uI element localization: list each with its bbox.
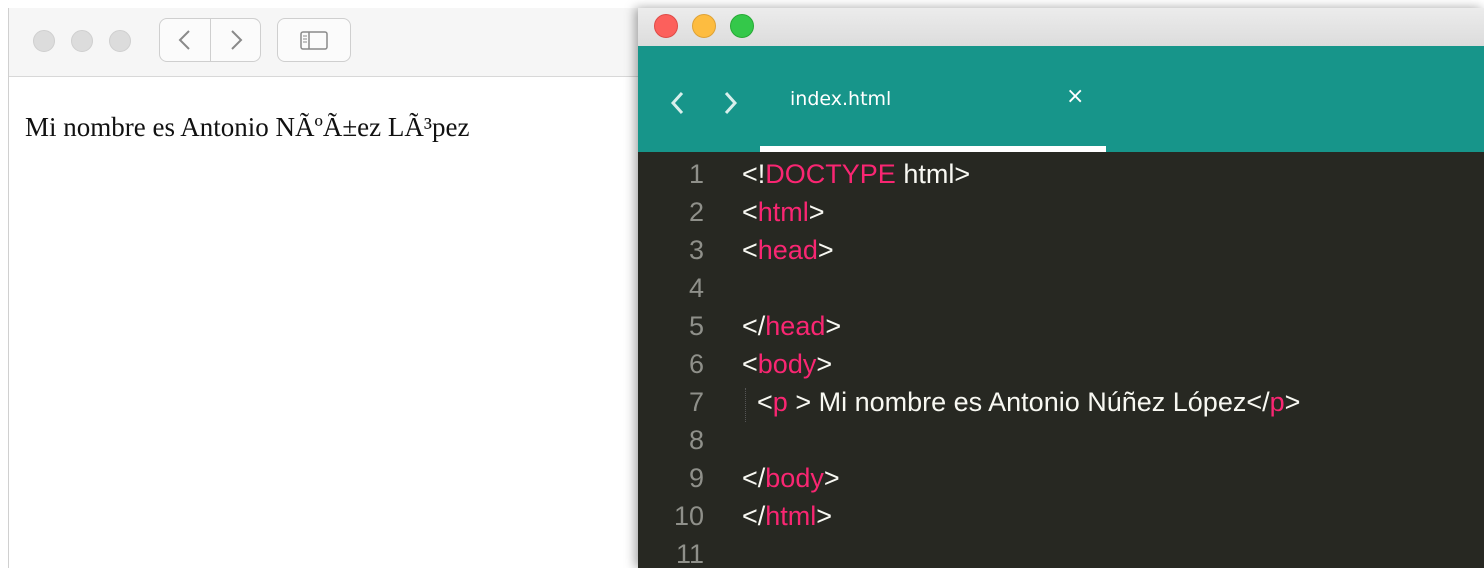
- sidebar-toggle-button[interactable]: [277, 18, 351, 62]
- code-token: <!: [742, 159, 766, 189]
- code-line[interactable]: 3 <head>: [638, 231, 1484, 269]
- code-token: </: [742, 311, 766, 341]
- next-tab-button[interactable]: [718, 88, 742, 118]
- rendered-paragraph: Mi nombre es Antonio NÃºÃ±ez LÃ³pez: [25, 112, 470, 142]
- code-token: >: [823, 463, 840, 493]
- code-token: <: [742, 387, 773, 417]
- line-number: 9: [688, 463, 704, 493]
- line-number: 8: [688, 425, 704, 455]
- sidebar-icon: [300, 31, 328, 50]
- close-dot-icon[interactable]: [654, 14, 678, 38]
- code-editor[interactable]: 1 <!DOCTYPE html> 2 <html> 3 <head> 4 5 </head> 6…: [638, 152, 1484, 568]
- tag-name-token: head: [765, 311, 826, 341]
- tab-label: index.html: [790, 88, 892, 110]
- browser-toolbar: [9, 8, 709, 77]
- line-number: 2: [688, 197, 704, 227]
- history-nav: [159, 18, 261, 62]
- tag-name-token: DOCTYPE: [765, 159, 896, 189]
- code-token: html>: [895, 159, 971, 189]
- code-text: <body>: [742, 345, 832, 383]
- line-number: 4: [688, 273, 704, 303]
- previous-tab-button[interactable]: [666, 88, 690, 118]
- tag-name-token: p: [1269, 387, 1285, 417]
- browser-window: Mi nombre es Antonio NÃºÃ±ez LÃ³pez: [8, 8, 709, 568]
- line-number: 6: [688, 349, 704, 379]
- zoom-dot-icon[interactable]: [730, 14, 754, 38]
- tag-name-token: html: [765, 501, 817, 531]
- code-line[interactable]: 6 <body>: [638, 345, 1484, 383]
- code-token: <: [742, 235, 758, 265]
- code-text: </body>: [742, 459, 840, 497]
- code-token: <: [742, 197, 758, 227]
- code-line[interactable]: 7 <p > Mi nombre es Antonio Núñez López<…: [638, 383, 1484, 421]
- tag-name-token: head: [757, 235, 818, 265]
- code-line[interactable]: 11: [638, 535, 1484, 568]
- line-number: 1: [688, 159, 704, 189]
- chevron-right-icon: [724, 91, 738, 115]
- code-token: </: [742, 463, 766, 493]
- tag-name-token: body: [765, 463, 824, 493]
- code-text: <html>: [742, 193, 825, 231]
- window-zoom-dot-icon[interactable]: [109, 30, 131, 52]
- chevron-right-icon: [231, 30, 243, 50]
- line-number: 3: [688, 235, 704, 265]
- code-token: >: [816, 349, 833, 379]
- code-text: </html>: [742, 497, 832, 535]
- tag-name-token: body: [757, 349, 817, 379]
- back-button[interactable]: [160, 19, 210, 61]
- code-line[interactable]: 4: [638, 269, 1484, 307]
- code-text: <p > Mi nombre es Antonio Núñez López</p…: [742, 383, 1300, 421]
- code-line[interactable]: 1 <!DOCTYPE html>: [638, 155, 1484, 193]
- code-token: > Mi nombre es Antonio Núñez López</: [787, 387, 1270, 417]
- editor-tab-bar: index.html ×: [638, 46, 1484, 152]
- chevron-left-icon: [670, 91, 684, 115]
- chevron-left-icon: [178, 30, 190, 50]
- tag-name-token: html: [757, 197, 809, 227]
- code-token: >: [825, 311, 842, 341]
- code-line[interactable]: 9 </body>: [638, 459, 1484, 497]
- line-number: 11: [675, 539, 704, 568]
- tag-name-token: p: [772, 387, 788, 417]
- editor-titlebar: [638, 8, 1484, 46]
- forward-button[interactable]: [211, 19, 261, 61]
- code-token: >: [816, 501, 833, 531]
- window-minimize-dot-icon[interactable]: [71, 30, 93, 52]
- code-token: >: [808, 197, 825, 227]
- code-line[interactable]: 10 </html>: [638, 497, 1484, 535]
- line-number: 10: [673, 501, 704, 531]
- code-token: <: [742, 349, 758, 379]
- code-line[interactable]: 8: [638, 421, 1484, 459]
- window-close-dot-icon[interactable]: [33, 30, 55, 52]
- close-icon[interactable]: ×: [1066, 86, 1084, 108]
- tab-index-html[interactable]: index.html ×: [760, 46, 1106, 152]
- editor-window: index.html × 1 <!DOCTYPE html> 2 <html> 3 <he…: [638, 8, 1484, 568]
- code-text: <!DOCTYPE html>: [742, 155, 970, 193]
- code-text: <head>: [742, 231, 834, 269]
- code-text: </head>: [742, 307, 841, 345]
- line-number: 7: [688, 387, 704, 417]
- code-token: >: [817, 235, 834, 265]
- code-line[interactable]: 5 </head>: [638, 307, 1484, 345]
- code-token: >: [1284, 387, 1301, 417]
- code-token: </: [742, 501, 766, 531]
- code-line[interactable]: 2 <html>: [638, 193, 1484, 231]
- minimize-dot-icon[interactable]: [692, 14, 716, 38]
- line-number: 5: [688, 311, 704, 341]
